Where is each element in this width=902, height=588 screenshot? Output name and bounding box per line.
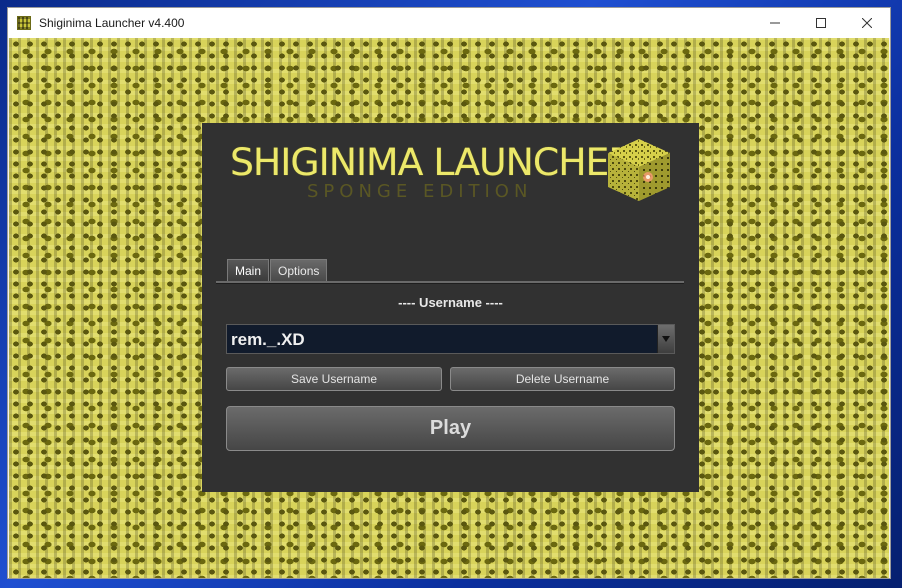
tab-options[interactable]: Options <box>270 259 328 281</box>
username-combobox[interactable]: rem._.XD <box>226 324 675 354</box>
close-button[interactable] <box>844 8 890 38</box>
launcher-logo: SHIGINIMA LAUNCHER SPONGE EDITION <box>230 137 670 227</box>
sponge-block-icon <box>17 16 31 30</box>
maximize-button[interactable] <box>798 8 844 38</box>
close-icon <box>862 18 872 28</box>
logo-title: SHIGINIMA LAUNCHER <box>230 141 635 184</box>
tab-divider <box>216 281 684 284</box>
launcher-window: Shiginima Launcher v4.400 SHIGINIMA LAUN… <box>7 7 891 579</box>
logo-subtitle: SPONGE EDITION <box>307 181 533 202</box>
save-username-button[interactable]: Save Username <box>226 367 442 391</box>
tab-main[interactable]: Main <box>227 259 270 281</box>
maximize-icon <box>816 18 826 28</box>
sponge-cube-icon <box>608 139 670 201</box>
window-title: Shiginima Launcher v4.400 <box>39 16 185 30</box>
chevron-down-icon <box>662 336 670 342</box>
minimize-icon <box>770 22 780 24</box>
sponge-background: SHIGINIMA LAUNCHER SPONGE EDITION Main O… <box>9 38 889 578</box>
title-bar[interactable]: Shiginima Launcher v4.400 <box>8 8 890 38</box>
delete-username-button[interactable]: Delete Username <box>450 367 675 391</box>
minimize-button[interactable] <box>752 8 798 38</box>
window-controls <box>752 8 890 38</box>
dropdown-arrow-button[interactable] <box>657 325 674 353</box>
username-value: rem._.XD <box>231 330 305 349</box>
launcher-panel: SHIGINIMA LAUNCHER SPONGE EDITION Main O… <box>202 123 699 492</box>
play-button[interactable]: Play <box>226 406 675 451</box>
username-heading: ---- Username ---- <box>398 295 503 310</box>
tab-bar: Main Options <box>227 259 328 281</box>
